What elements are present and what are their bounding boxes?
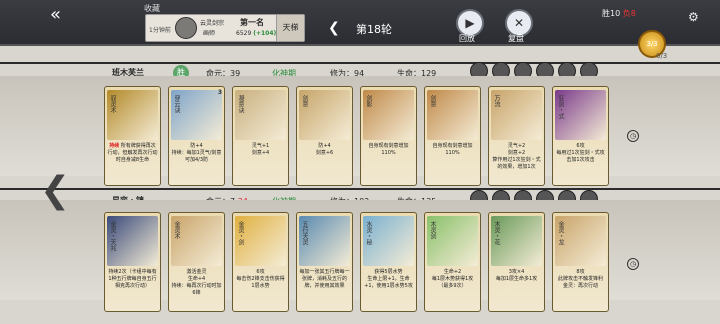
card[interactable]: 穿云诀 3 防+4 持续：每加1灵气/剑意可加4/3防 — [168, 86, 225, 186]
card-text: 防+4 持续：每加1灵气/剑意可加4/3防 — [171, 143, 222, 163]
opponent-panel: 1分钟前 云灵剑宗 画师 第一名 6529 (+104) 天梯 — [145, 14, 305, 42]
card-text: 灵气+1 剑意+4 — [251, 143, 270, 156]
card[interactable]: 金灵术激活金灵 生命+4 持续：每再次行动时加6锋 — [168, 212, 225, 312]
swipe-arrow-icon[interactable]: ❮ — [40, 170, 70, 211]
card-name: 万流 — [493, 95, 500, 107]
card[interactable]: 金灵・龙 8攻 此牌攻击不触发锋利 金灵：再次行动 — [552, 212, 609, 312]
card[interactable]: 凝意诀灵气+1 剑意+4 — [232, 86, 289, 186]
round-nav: ❮ 第18轮 — [320, 14, 460, 42]
card-name: 金灵・剑 — [237, 221, 244, 245]
score: 6529 (+104) — [236, 30, 277, 37]
card-text: 激活金灵 生命+4 持续：每再次行动时加6锋 — [171, 269, 222, 296]
card-text: 防+4 剑意+6 — [315, 143, 334, 156]
card[interactable]: 狂剑・式 6攻 每用过1次狂剑・式攻击加1次攻击 — [552, 86, 609, 186]
card-name: 凝意诀 — [237, 95, 244, 113]
card-name: 剑影 — [365, 95, 372, 107]
card-text: 自身现有剑意增加110% — [432, 143, 473, 156]
deck-icon[interactable]: ◷ — [627, 258, 639, 270]
card-text: 8攻 此牌攻击不触发锋利 金灵：再次行动 — [557, 269, 603, 289]
card[interactable]: 金灵・天兆持续2次（卡组中每有1种五行牌每自身五行相克再次行动） — [104, 212, 161, 312]
card[interactable]: 剑意自身现有剑意增加110% — [424, 86, 481, 186]
card[interactable]: 驭灵术持续 所有牌获得再次行动，但触发再次行动时自身减8生命 — [104, 86, 161, 186]
card-text: 3攻×4 每加1层生命多1攻 — [495, 269, 538, 282]
card-name: 剑意 — [429, 95, 436, 107]
round-label: 第18轮 — [356, 23, 392, 36]
card-name: 五行天灵 — [301, 221, 308, 245]
card[interactable]: 木灵剑生命+2 每1层木势获得1攻（最多9次） — [424, 212, 481, 312]
card-level: 3 — [217, 89, 222, 96]
ladder-tab[interactable]: 天梯 — [276, 15, 304, 41]
card-name: 剑意 — [301, 95, 308, 107]
prev-round-icon[interactable]: ❮ — [328, 20, 340, 36]
player-title: 画师 — [203, 30, 216, 37]
card[interactable]: 剑影自身现有剑意增加110% — [360, 86, 417, 186]
card[interactable]: 万流灵气+2 剑意+2 算作用过1次狂剑・式的效果，增加1次 — [488, 86, 545, 186]
card-text: 持续 所有牌获得再次行动，但触发再次行动时自身减8生命 — [107, 143, 158, 163]
card-name: 木灵剑 — [429, 221, 436, 239]
back-icon[interactable]: « — [50, 6, 78, 24]
card-text: 6攻 每击伤2锋支击伤获得1层水势 — [236, 269, 285, 289]
card-text: 生命+2 每1层木势获得1攻（最多9次） — [431, 269, 474, 289]
card[interactable]: 金灵・剑 6攻 每击伤2锋支击伤获得1层水势 — [232, 212, 289, 312]
card-name: 金灵・龙 — [557, 221, 564, 245]
top-bar: « 收藏 1分钟前 云灵剑宗 画师 第一名 6529 (+104) 天梯 ❮ 第… — [0, 0, 720, 46]
card-name: 金灵・天兆 — [109, 221, 116, 251]
time-ago: 1分钟前 — [149, 27, 171, 34]
rank: 第一名 — [240, 18, 264, 27]
card[interactable]: 五行天灵每加一张其五行牌每一张牌，消耗及五行的牌，并使用其效果 — [296, 212, 353, 312]
win-loss: 胜10 负8 — [602, 9, 636, 18]
card[interactable]: 水灵・秘获得5层水势 生命上限+1，生命+1，使用1层水势5攻 — [360, 212, 417, 312]
card-name: 穿云诀 — [173, 95, 180, 113]
card-text: 6攻 每用过1次狂剑・式攻击加1次攻击 — [556, 143, 605, 163]
card[interactable]: 剑意防+4 剑意+6 — [296, 86, 353, 186]
deck-icon[interactable]: ◷ — [627, 130, 639, 142]
card-text: 持续2次（卡组中每有1种五行牌每自身五行相克再次行动） — [108, 269, 157, 289]
avatar — [175, 17, 197, 39]
player-name: 云灵剑宗 — [200, 20, 225, 27]
review-label: 复盘 — [508, 34, 524, 43]
card-name: 水灵・秘 — [365, 221, 372, 245]
card-text: 每加一张其五行牌每一张牌，消耗及五行的牌，并使用其效果 — [299, 269, 350, 289]
card-text: 获得5层水势 生命上限+1，生命+1，使用1层水势5攻 — [364, 269, 413, 289]
replay-label: 回放 — [459, 34, 475, 43]
favorite-label[interactable]: 收藏 — [144, 3, 160, 14]
settings-icon[interactable]: ⚙ — [688, 10, 699, 24]
card-name: 驭灵术 — [109, 95, 116, 113]
card-name: 狂剑・式 — [557, 95, 564, 119]
card-name: 金灵术 — [173, 221, 180, 239]
coin-count: 0/3 — [656, 52, 668, 60]
card-name: 木灵・花 — [493, 221, 500, 245]
card[interactable]: 木灵・花 3攻×4 每加1层生命多1攻 — [488, 212, 545, 312]
card-text: 自身现有剑意增加110% — [368, 143, 409, 156]
card-text: 灵气+2 剑意+2 算作用过1次狂剑・式的效果，增加1次 — [492, 143, 541, 170]
